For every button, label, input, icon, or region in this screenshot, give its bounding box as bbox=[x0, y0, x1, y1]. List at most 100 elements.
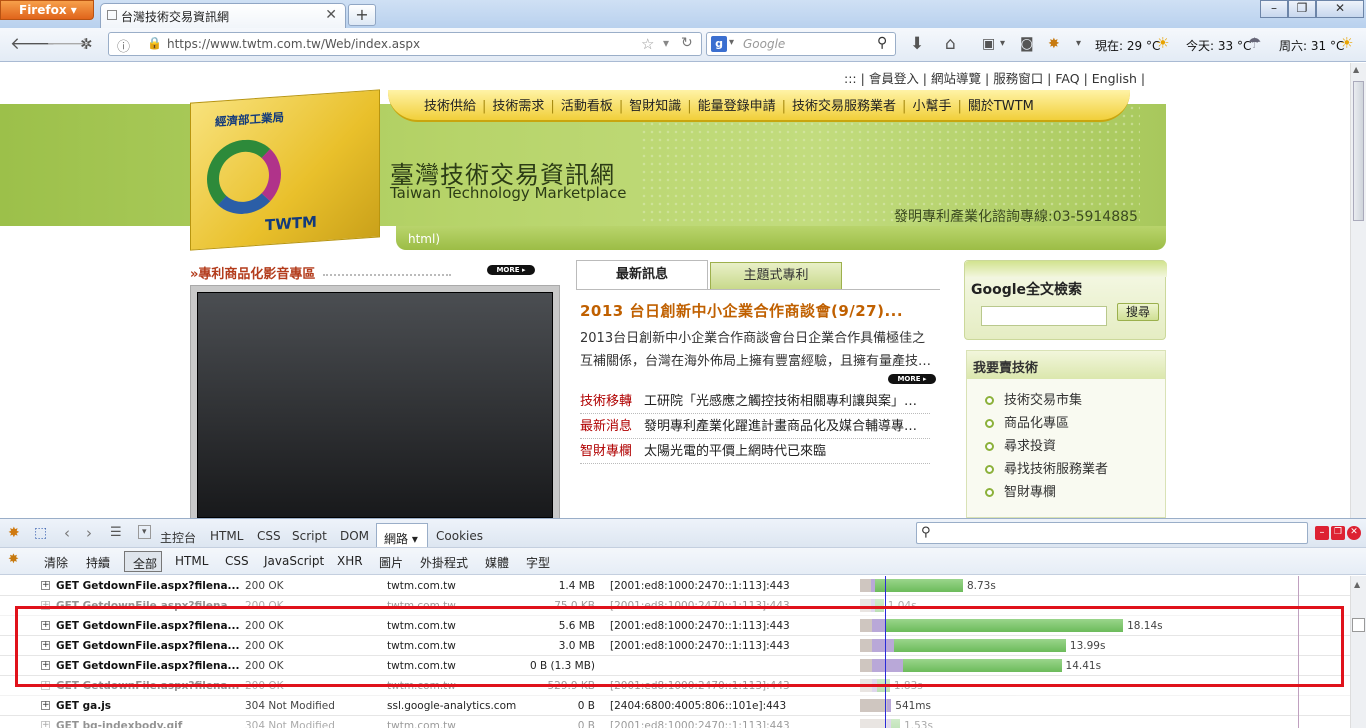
sell-technology-item[interactable]: 技術交易市集 bbox=[985, 389, 1082, 408]
firebug-search-input[interactable]: ⚲ bbox=[916, 522, 1308, 544]
fb-tab-cookies[interactable]: Cookies bbox=[436, 529, 483, 543]
fb-minimize-icon[interactable]: – bbox=[1315, 526, 1329, 540]
search-icon[interactable]: ⚲ bbox=[877, 35, 887, 51]
filter-images[interactable]: 圖片 bbox=[379, 554, 403, 571]
firefox-menu-button[interactable]: Firefox ▾ bbox=[0, 0, 94, 20]
fb-tab-css[interactable]: CSS bbox=[257, 529, 281, 543]
video-screen[interactable] bbox=[197, 292, 553, 518]
news-category[interactable]: 技術移轉 bbox=[580, 394, 632, 409]
news-item-title[interactable]: 工研院「光感應之觸控技術相關專利讓與案」… bbox=[644, 394, 917, 409]
fb-tab-html[interactable]: HTML bbox=[210, 529, 243, 543]
sell-technology-label[interactable]: 商品化專區 bbox=[1004, 416, 1069, 431]
sell-technology-item[interactable]: 尋求投資 bbox=[985, 435, 1056, 454]
fb-detach-icon[interactable]: ❐ bbox=[1331, 526, 1345, 540]
fb-tab-dom[interactable]: DOM bbox=[340, 529, 369, 543]
expand-icon[interactable]: + bbox=[41, 701, 50, 710]
scroll-up-icon[interactable]: ▲ bbox=[1353, 65, 1359, 74]
fb-tab-net[interactable]: 網路 ▾ bbox=[376, 523, 428, 547]
filter-html[interactable]: HTML bbox=[175, 554, 208, 568]
browser-tab[interactable]: 台灣技術交易資訊網 ✕ bbox=[100, 3, 346, 28]
menu-item[interactable]: 技術需求 bbox=[492, 99, 544, 114]
sell-technology-label[interactable]: 智財專欄 bbox=[1004, 485, 1056, 500]
filter-all-button[interactable]: 全部 bbox=[124, 551, 162, 572]
google-search-button[interactable]: 搜尋 bbox=[1117, 303, 1159, 321]
filter-xhr[interactable]: XHR bbox=[337, 554, 363, 568]
menu-item[interactable]: 智財知識 bbox=[629, 99, 681, 114]
video-player[interactable] bbox=[190, 285, 560, 518]
filter-css[interactable]: CSS bbox=[225, 554, 249, 568]
bookmarks-icon[interactable]: ▣ bbox=[982, 34, 995, 54]
menu-item[interactable]: 關於TWTM bbox=[968, 99, 1034, 114]
site-identity-icon[interactable]: ⓘ bbox=[117, 36, 130, 55]
top-link[interactable]: FAQ bbox=[1055, 71, 1079, 86]
menu-item[interactable]: 技術供給 bbox=[424, 99, 476, 114]
tab-latest-news[interactable]: 最新訊息 bbox=[576, 260, 708, 290]
download-icon[interactable]: ⬇ bbox=[910, 34, 924, 54]
request-url[interactable]: GET bg-indexbody.gif bbox=[56, 720, 182, 728]
net-scrollbar[interactable]: ▲ bbox=[1350, 576, 1366, 728]
expand-icon[interactable]: + bbox=[41, 581, 50, 590]
sell-technology-item[interactable]: 尋找技術服務業者 bbox=[985, 458, 1108, 477]
scrollbar-thumb[interactable] bbox=[1353, 81, 1364, 221]
news-item[interactable]: 技術移轉 工研院「光感應之觸控技術相關專利讓與案」… bbox=[580, 390, 930, 414]
top-link[interactable]: 網站導覽 bbox=[931, 71, 981, 86]
top-link[interactable]: 服務窗口 bbox=[993, 71, 1043, 86]
filter-plugins[interactable]: 外掛程式 bbox=[420, 554, 468, 571]
google-engine-icon[interactable]: g bbox=[711, 36, 727, 52]
home-icon[interactable]: ⌂ bbox=[945, 34, 956, 54]
firebug-icon[interactable]: ✸ bbox=[1048, 34, 1060, 54]
restore-button[interactable]: ❐ bbox=[1288, 0, 1316, 18]
news-category[interactable]: 最新消息 bbox=[580, 419, 632, 434]
menu-item[interactable]: 能量登錄申請 bbox=[698, 99, 776, 114]
scroll-up-icon[interactable]: ▲ bbox=[1354, 580, 1360, 589]
sell-technology-label[interactable]: 尋找技術服務業者 bbox=[1004, 462, 1108, 477]
filter-media[interactable]: 媒體 bbox=[485, 554, 509, 571]
news-item[interactable]: 最新消息 發明專利產業化躍進計畫商品化及媒合輔導專… bbox=[580, 415, 930, 439]
site-logo[interactable]: 經濟部工業局 TWTM bbox=[190, 89, 380, 251]
previous-icon[interactable]: ‹ bbox=[64, 524, 70, 542]
search-bar[interactable]: g ▾ Google ⚲ bbox=[706, 32, 896, 56]
news-item[interactable]: 智財專欄 太陽光電的平價上網時代已來臨 bbox=[580, 440, 930, 464]
top-link[interactable]: English bbox=[1092, 71, 1137, 86]
fb-close-icon[interactable]: ✕ bbox=[1347, 526, 1361, 540]
net-options-icon[interactable]: ✸ bbox=[8, 552, 19, 567]
dropdown-arrow-icon[interactable]: ▾ bbox=[412, 532, 418, 546]
net-request-row[interactable]: + GET bg-indexbody.gif 304 Not Modified twt… bbox=[0, 716, 1350, 728]
dropdown-arrow-icon[interactable]: ▾ bbox=[663, 36, 669, 50]
menu-item[interactable]: 技術交易服務業者 bbox=[792, 99, 896, 114]
expand-icon[interactable]: + bbox=[41, 721, 50, 728]
news-category[interactable]: 智財專欄 bbox=[580, 444, 632, 459]
menu-item[interactable]: 小幫手 bbox=[912, 99, 951, 114]
sell-technology-item[interactable]: 商品化專區 bbox=[985, 412, 1069, 431]
reload-icon[interactable]: ↻ bbox=[681, 35, 693, 51]
close-tab-icon[interactable]: ✕ bbox=[325, 7, 337, 23]
top-link[interactable]: 會員登入 bbox=[869, 71, 919, 86]
dropdown-arrow-icon[interactable]: ▾ bbox=[1076, 34, 1081, 54]
inspect-icon[interactable]: ⬚ bbox=[34, 525, 47, 541]
page-scrollbar[interactable]: ▲ bbox=[1350, 63, 1366, 518]
news-item-title[interactable]: 發明專利產業化躍進計畫商品化及媒合輔導專… bbox=[644, 419, 917, 434]
filter-javascript[interactable]: JavaScript bbox=[264, 554, 324, 568]
panel-list-dropdown-icon[interactable]: ▾ bbox=[138, 525, 151, 539]
net-request-row[interactable]: + GET ga.js 304 Not Modified ssl.google-ana… bbox=[0, 696, 1350, 716]
dropdown-arrow-icon[interactable]: ▾ bbox=[1000, 34, 1005, 54]
close-window-button[interactable]: ✕ bbox=[1316, 0, 1364, 18]
net-request-row[interactable]: + GET GetdownFile.aspx?filena... 200 OK twt… bbox=[0, 576, 1350, 596]
address-bar[interactable]: ⓘ 🔒 https://www.twtm.com.tw/Web/index.as… bbox=[108, 32, 702, 56]
accessibility-link[interactable]: ::: bbox=[844, 71, 857, 86]
net-clear-button[interactable]: 清除 bbox=[44, 554, 68, 571]
fb-tab-console[interactable]: 主控台 bbox=[160, 529, 196, 546]
minimize-button[interactable]: – bbox=[1260, 0, 1288, 18]
news-headline[interactable]: 2013 台日創新中小企業合作商談會(9/27)... bbox=[580, 300, 903, 321]
next-icon[interactable]: › bbox=[86, 524, 92, 542]
bookmark-star-icon[interactable]: ☆ bbox=[641, 35, 654, 53]
scrollbar-thumb[interactable] bbox=[1352, 618, 1365, 632]
new-tab-button[interactable]: + bbox=[348, 4, 376, 26]
request-url[interactable]: GET GetdownFile.aspx?filena... bbox=[56, 580, 240, 592]
sell-technology-item[interactable]: 智財專欄 bbox=[985, 481, 1056, 500]
request-url[interactable]: GET ga.js bbox=[56, 700, 111, 712]
fb-tab-script[interactable]: Script bbox=[292, 529, 327, 543]
panel-menu-icon[interactable]: ☰ bbox=[110, 525, 122, 540]
news-more-button[interactable]: MORE ▸ bbox=[888, 374, 936, 384]
screenshot-icon[interactable]: ◙ bbox=[1020, 34, 1034, 54]
